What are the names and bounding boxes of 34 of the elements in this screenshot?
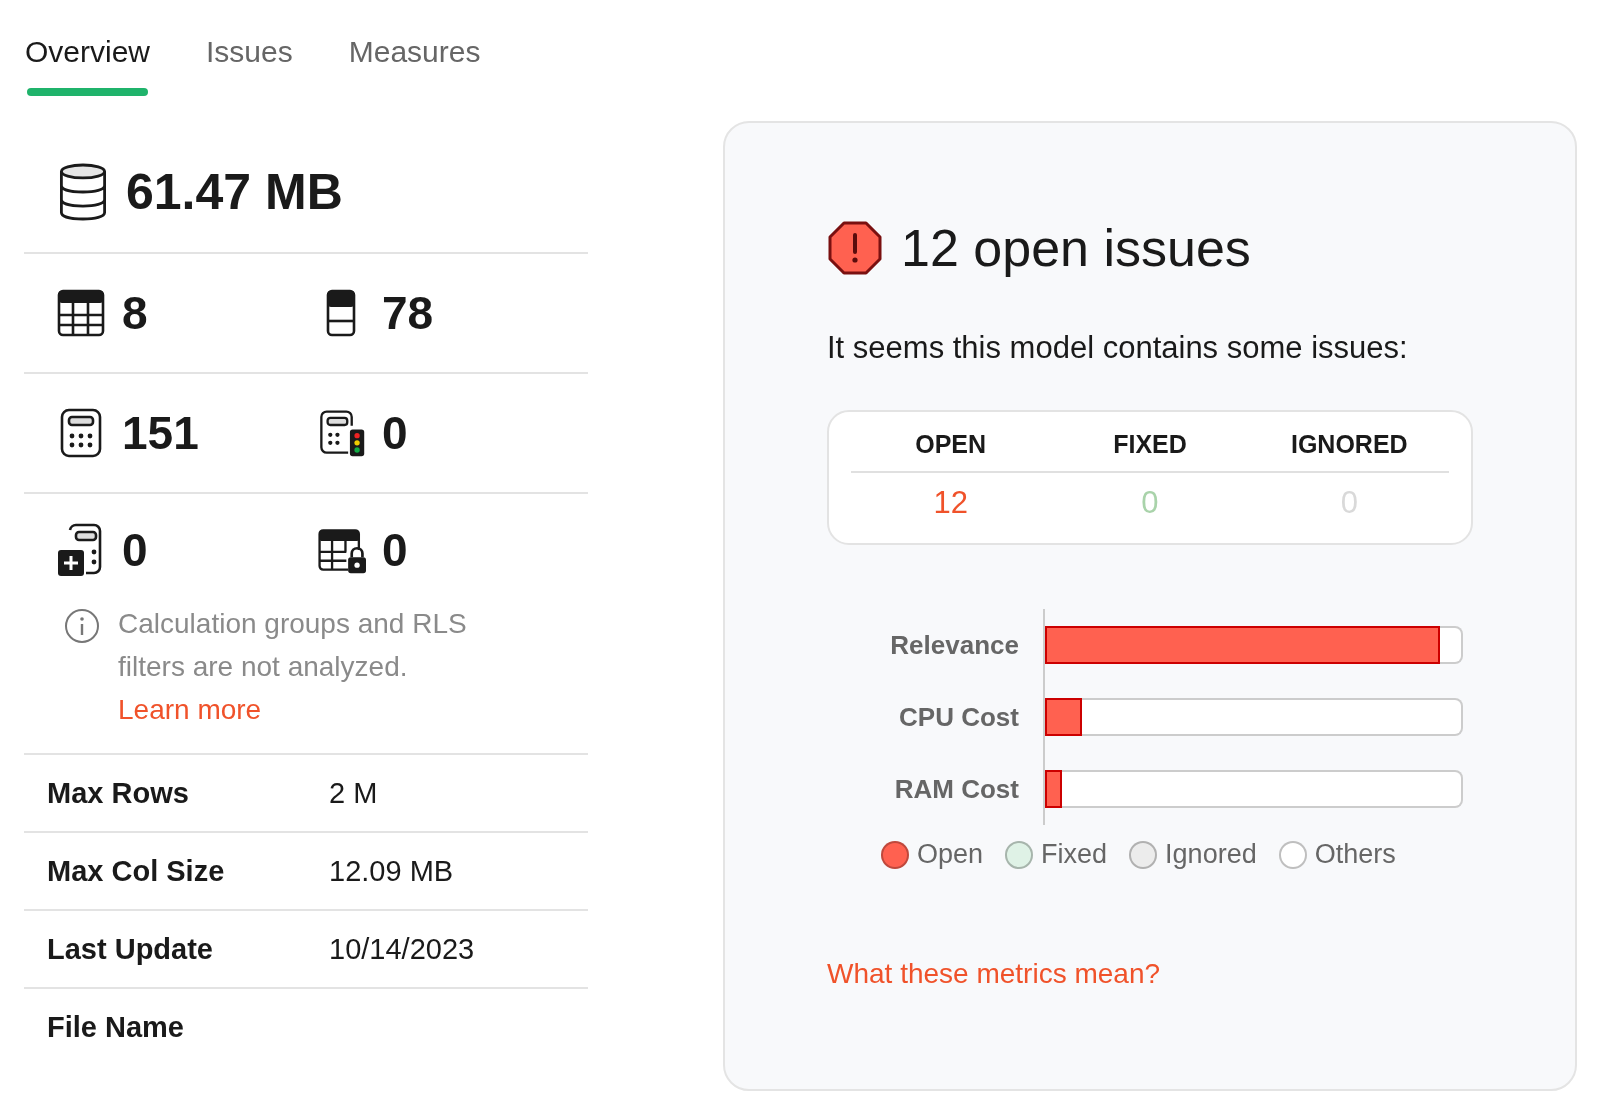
issues-subtitle: It seems this model contains some issues: bbox=[827, 330, 1409, 366]
info-note: Calculation groups and RLS filters are not analyzed. bbox=[118, 607, 468, 684]
tab[interactable]: Overview bbox=[25, 14, 151, 100]
learn-more-link[interactable]: Learn more bbox=[118, 694, 262, 725]
stat-value: 0 bbox=[382, 406, 408, 460]
bar-label: CPU Cost bbox=[898, 700, 1020, 734]
property-label: Last Update bbox=[47, 932, 214, 966]
property-value: 12.09 MB bbox=[329, 854, 455, 888]
legend-label: Open bbox=[917, 839, 984, 870]
bar-label: Relevance bbox=[889, 628, 1020, 662]
property-label: Max Col Size bbox=[47, 854, 226, 888]
tab[interactable]: Measures bbox=[348, 14, 481, 100]
summary-count: 0 bbox=[1140, 485, 1160, 521]
tab[interactable]: Issues bbox=[206, 14, 293, 100]
legend-label: Ignored bbox=[1165, 839, 1257, 870]
summary-header: OPEN bbox=[914, 430, 988, 459]
stat-value: 0 bbox=[122, 523, 148, 577]
legend-label: Others bbox=[1314, 839, 1396, 870]
summary-header: IGNORED bbox=[1289, 430, 1409, 459]
stat-value: 61.47 MB bbox=[126, 163, 343, 221]
issues-title: 12 open issues bbox=[901, 218, 1251, 278]
legend-label: Fixed bbox=[1041, 839, 1108, 870]
property-value: 10/14/2023 bbox=[329, 932, 476, 966]
metrics-link[interactable]: What these metrics mean? bbox=[827, 958, 1161, 990]
property-value: 2 M bbox=[329, 776, 379, 810]
summary-count: 12 bbox=[932, 485, 969, 521]
property-label: File Name bbox=[47, 1010, 185, 1044]
property-label: Max Rows bbox=[47, 776, 190, 810]
summary-header: FIXED bbox=[1112, 430, 1188, 459]
stat-value: 78 bbox=[382, 286, 434, 340]
stat-value: 0 bbox=[382, 523, 408, 577]
bar-label: RAM Cost bbox=[893, 772, 1020, 806]
stat-value: 151 bbox=[122, 406, 199, 460]
stat-value: 8 bbox=[122, 286, 148, 340]
